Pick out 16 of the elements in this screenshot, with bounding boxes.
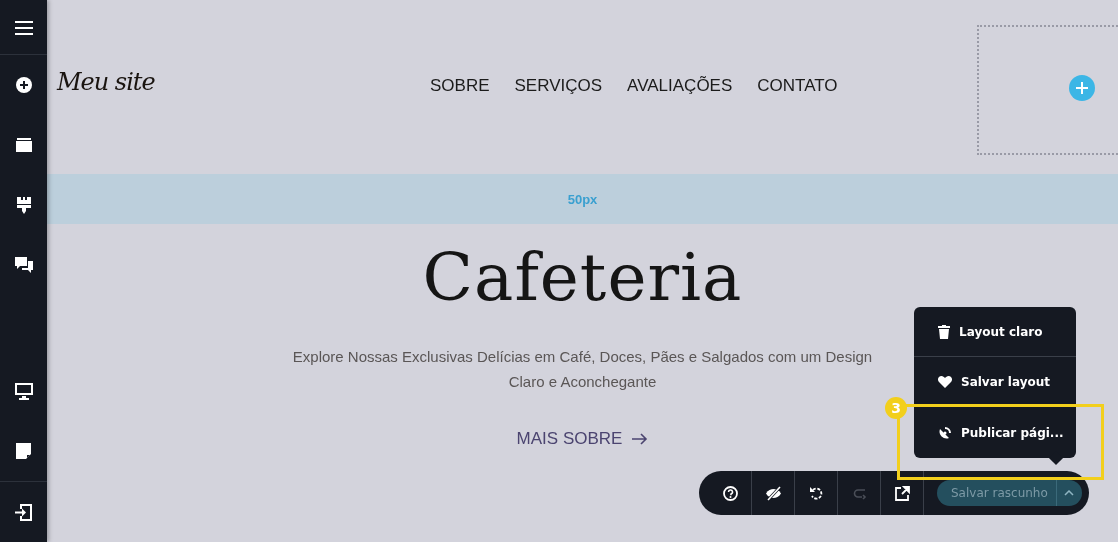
nav-link[interactable]: CONTATO [757, 76, 838, 96]
menu-item[interactable]: Salvar layout [914, 357, 1076, 407]
heart-icon [938, 376, 952, 388]
hero-title: Cafeteria [422, 238, 743, 318]
spacer-label: 50px [567, 191, 598, 207]
nav-link[interactable]: SERVIÇOS [514, 76, 603, 96]
satellite-dish-icon [938, 425, 952, 440]
trash-icon [938, 324, 950, 339]
nav-link[interactable]: AVALIAÇÕES [627, 76, 733, 96]
more-link[interactable]: MAIS SOBRE [516, 429, 649, 449]
site-logo[interactable]: Meu site [57, 68, 155, 96]
menu-item[interactable]: Publicar pági... [914, 407, 1076, 458]
nav-link[interactable]: SOBRE [430, 76, 490, 96]
arrow-right-icon [632, 433, 649, 445]
hero-subtitle: Explore Nossas Exclusivas Delícias em Café, Doces, Pães e Salgados com um Design Claro e Aconchegante [291, 347, 874, 392]
step-badge: 3 [885, 397, 907, 419]
